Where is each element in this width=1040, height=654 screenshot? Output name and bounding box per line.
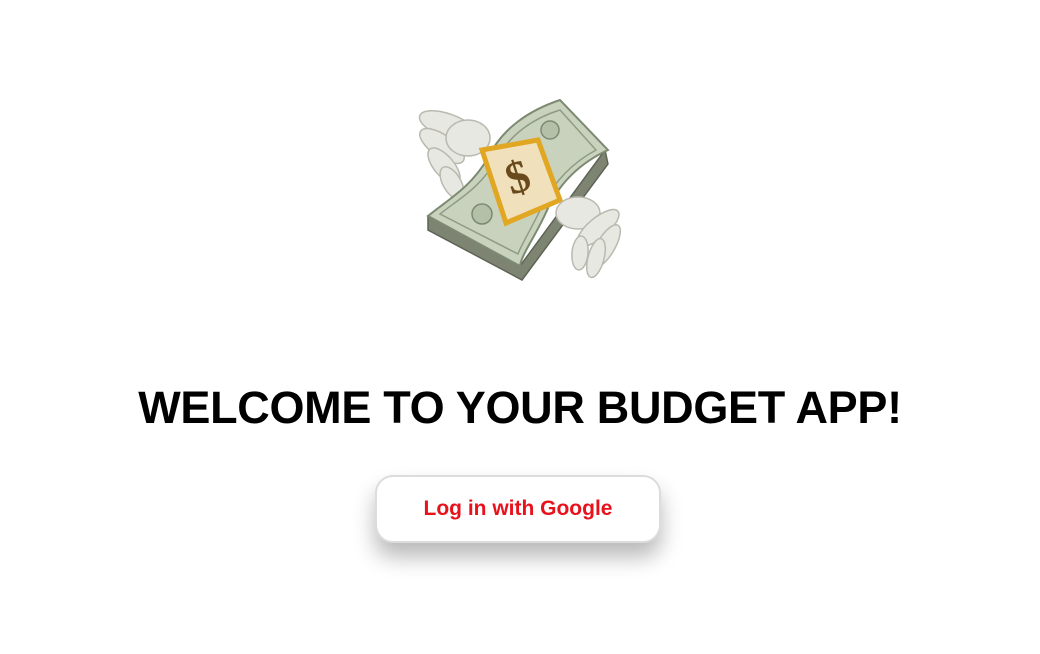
welcome-title: WELCOME TO YOUR BUDGET APP! [138,382,902,433]
login-page: $ WELCOME TO YOUR BUDGET APP! Log in wit… [0,0,1040,654]
right-wing [555,196,622,279]
google-login-button[interactable]: Log in with Google [375,475,661,543]
money-with-wings-icon: $ [410,88,630,293]
